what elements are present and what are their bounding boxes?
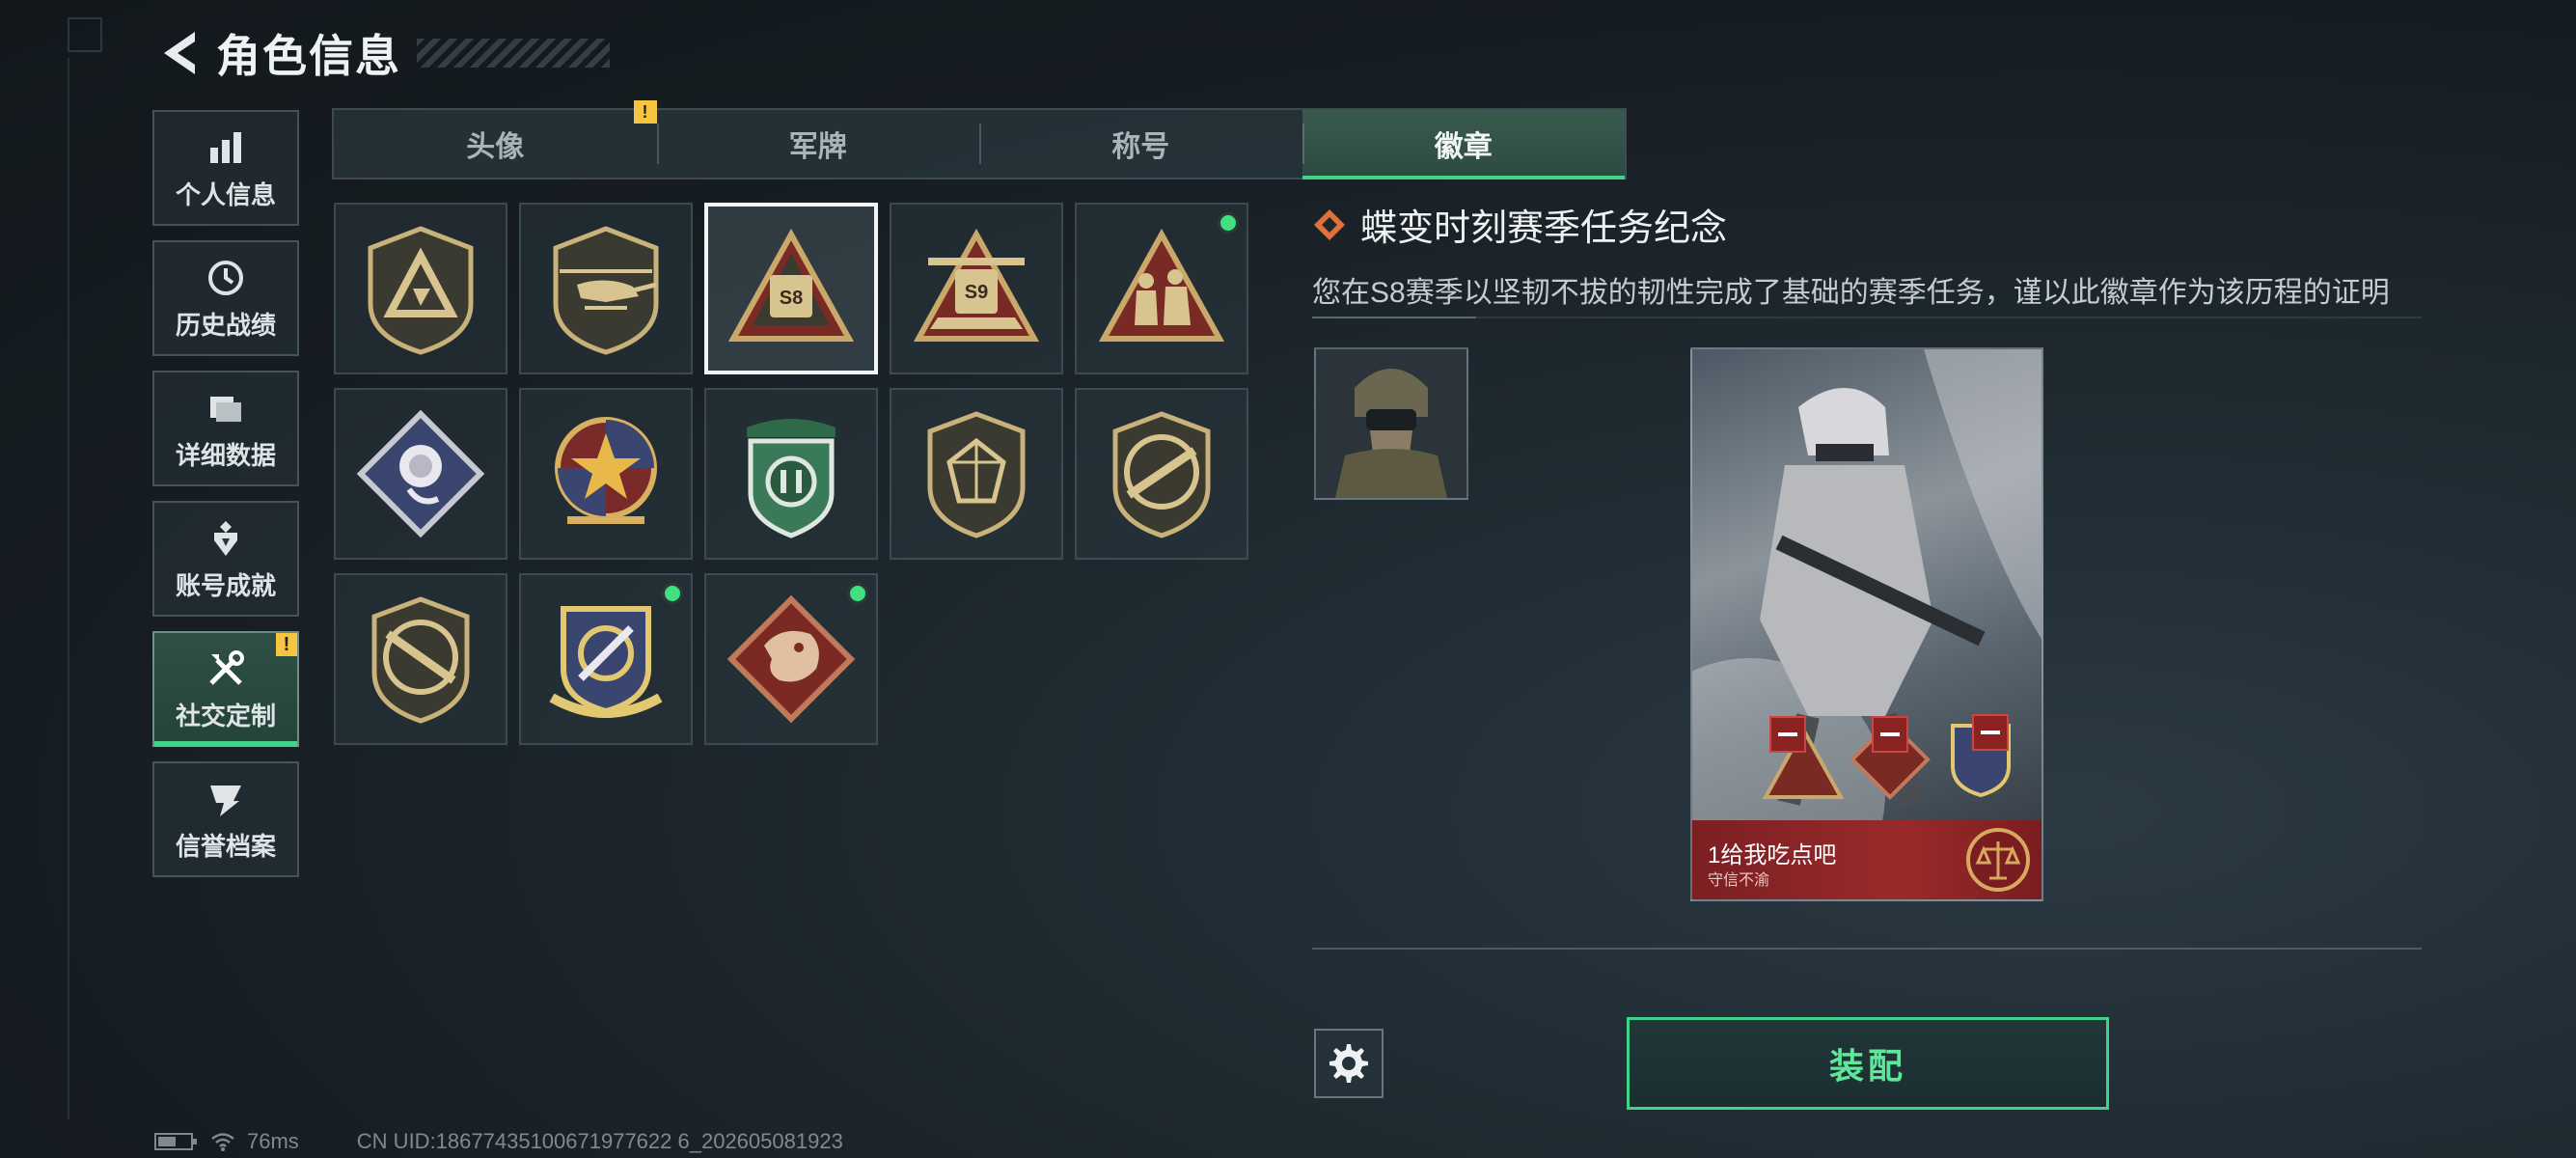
alert-badge: ! bbox=[276, 633, 297, 656]
badge-cell[interactable] bbox=[334, 573, 507, 745]
reputation-icon bbox=[204, 777, 248, 821]
triangle-shield-badge-icon bbox=[368, 226, 474, 355]
bar-chart-icon bbox=[204, 125, 248, 170]
sidebar-item-label: 信誉档案 bbox=[175, 831, 276, 861]
card-nameplate: 1给我吃点吧 守信不渝 bbox=[1692, 820, 2042, 899]
tab-badges[interactable]: 徽章 bbox=[1302, 110, 1625, 179]
edge-line bbox=[68, 58, 69, 1119]
green-shield-badge-icon bbox=[747, 419, 836, 538]
divider bbox=[1312, 948, 2422, 950]
folder-icon bbox=[204, 386, 248, 430]
gem-shield-badge-icon bbox=[927, 411, 1026, 538]
svg-text:S9: S9 bbox=[965, 282, 988, 303]
badge-cell[interactable]: S9 bbox=[890, 203, 1063, 374]
tab-dogtag[interactable]: 军牌 bbox=[656, 110, 980, 178]
tab-label: 军牌 bbox=[788, 131, 847, 163]
back-arrow-icon bbox=[164, 32, 195, 74]
sidebar-item-achievements[interactable]: 账号成就 bbox=[152, 501, 299, 617]
tab-avatar[interactable]: 头像 ! bbox=[334, 100, 657, 178]
soldier-portrait-icon bbox=[1316, 349, 1466, 498]
remove-badge-button[interactable] bbox=[1769, 716, 1806, 753]
badge-cell[interactable] bbox=[334, 388, 507, 560]
ping-value: 76ms bbox=[247, 1129, 299, 1153]
badge-description: 您在S8赛季以坚韧不拔的韧性完成了基础的赛季任务，谨以此徽章作为该历程的证明 bbox=[1312, 277, 2390, 309]
badge-cell[interactable] bbox=[1075, 203, 1248, 374]
rifle-shield-badge-icon bbox=[1112, 411, 1211, 538]
alert-badge: ! bbox=[633, 100, 657, 124]
tab-label: 徽章 bbox=[1434, 131, 1493, 163]
achievement-icon bbox=[204, 516, 248, 561]
sidebar-item-label: 详细数据 bbox=[175, 440, 276, 470]
tab-label: 头像 bbox=[466, 131, 525, 163]
player-name: 1给我吃点吧 bbox=[1708, 842, 1837, 868]
badge-cell[interactable] bbox=[1075, 388, 1248, 560]
badge-title: 蝶变时刻赛季任务纪念 bbox=[1360, 208, 1728, 249]
sidebar-item-detailed-data[interactable]: 详细数据 bbox=[152, 371, 299, 486]
s8-triangle-badge-icon: S8 bbox=[727, 228, 855, 342]
sidebar-item-label: 社交定制 bbox=[175, 701, 276, 731]
title-stripe-decoration bbox=[417, 39, 610, 68]
sidebar-item-social-custom[interactable]: ! 社交定制 bbox=[152, 631, 299, 747]
rose-diamond-badge-icon bbox=[356, 409, 485, 538]
badge-cell[interactable] bbox=[519, 203, 693, 374]
diamond-marker-icon bbox=[1314, 208, 1345, 240]
user-uid: CN UID:18677435100671977622 6_2026050819… bbox=[356, 1129, 843, 1153]
settings-button[interactable] bbox=[1314, 1029, 1384, 1098]
badge-cell[interactable] bbox=[519, 388, 693, 560]
remove-badge-button[interactable] bbox=[1872, 716, 1908, 753]
history-clock-icon bbox=[204, 256, 248, 300]
sidebar-item-label: 个人信息 bbox=[175, 179, 276, 209]
badge-cell[interactable] bbox=[519, 573, 693, 745]
badge-cell[interactable] bbox=[704, 388, 878, 560]
tools-icon bbox=[204, 647, 248, 691]
sidebar-item-personal-info[interactable]: 个人信息 bbox=[152, 110, 299, 226]
sidebar-item-label: 账号成就 bbox=[175, 570, 276, 600]
badge-cell[interactable] bbox=[704, 573, 878, 745]
helicopter-shield-badge-icon bbox=[553, 226, 659, 355]
remove-badge-button[interactable] bbox=[1972, 714, 2009, 751]
soldiers-triangle-badge-icon bbox=[1098, 228, 1225, 342]
gear-icon bbox=[1329, 1044, 1368, 1083]
page-header: 角色信息 bbox=[154, 19, 610, 87]
corner-decoration bbox=[68, 17, 102, 52]
badge-category-tabs: 头像 ! 军牌 称号 徽章 bbox=[332, 100, 1627, 179]
star-wreath-badge-icon bbox=[555, 417, 657, 524]
player-avatar bbox=[1314, 347, 1468, 500]
back-button[interactable] bbox=[154, 24, 203, 82]
equip-button[interactable]: 装配 bbox=[1627, 1017, 2109, 1110]
badge-cell[interactable] bbox=[334, 203, 507, 374]
badge-detail-panel: 蝶变时刻赛季任务纪念 您在S8赛季以坚韧不拔的韧性完成了基础的赛季任务，谨以此徽… bbox=[1312, 198, 2422, 318]
new-indicator-dot bbox=[1218, 212, 1239, 234]
new-indicator-dot bbox=[847, 583, 868, 604]
rifle-shield-badge-icon bbox=[371, 596, 470, 724]
tab-title[interactable]: 称号 bbox=[979, 110, 1302, 178]
badge-grid: S8 S9 bbox=[334, 203, 1248, 745]
badge-cell-selected[interactable]: S8 bbox=[704, 203, 878, 374]
crosshair-shield-badge-icon bbox=[549, 606, 663, 718]
svg-text:S8: S8 bbox=[780, 288, 803, 309]
sidebar-item-history[interactable]: 历史战绩 bbox=[152, 240, 299, 356]
sidebar: 个人信息 历史战绩 详细数据 账号成就 ! 社交定制 信誉档案 bbox=[152, 110, 301, 892]
sidebar-item-reputation[interactable]: 信誉档案 bbox=[152, 761, 299, 877]
tab-label: 称号 bbox=[1111, 131, 1170, 163]
sidebar-item-label: 历史战绩 bbox=[175, 310, 276, 340]
player-title: 守信不渝 bbox=[1708, 872, 1770, 889]
battery-icon bbox=[154, 1133, 197, 1150]
page-title: 角色信息 bbox=[216, 31, 401, 81]
badge-cell[interactable] bbox=[890, 388, 1063, 560]
scales-emblem-icon bbox=[1966, 828, 2030, 892]
dragon-diamond-badge-icon bbox=[726, 594, 856, 724]
player-card-preview: 1给我吃点吧 守信不渝 bbox=[1690, 347, 2043, 901]
badge-title-row: 蝶变时刻赛季任务纪念 bbox=[1312, 198, 2422, 251]
divider bbox=[1312, 317, 2422, 318]
s9-triangle-badge-icon: S9 bbox=[913, 228, 1040, 342]
wifi-icon bbox=[211, 1133, 234, 1151]
status-bar: 76ms CN UID:18677435100671977622 6_20260… bbox=[154, 1129, 843, 1154]
new-indicator-dot bbox=[662, 583, 683, 604]
